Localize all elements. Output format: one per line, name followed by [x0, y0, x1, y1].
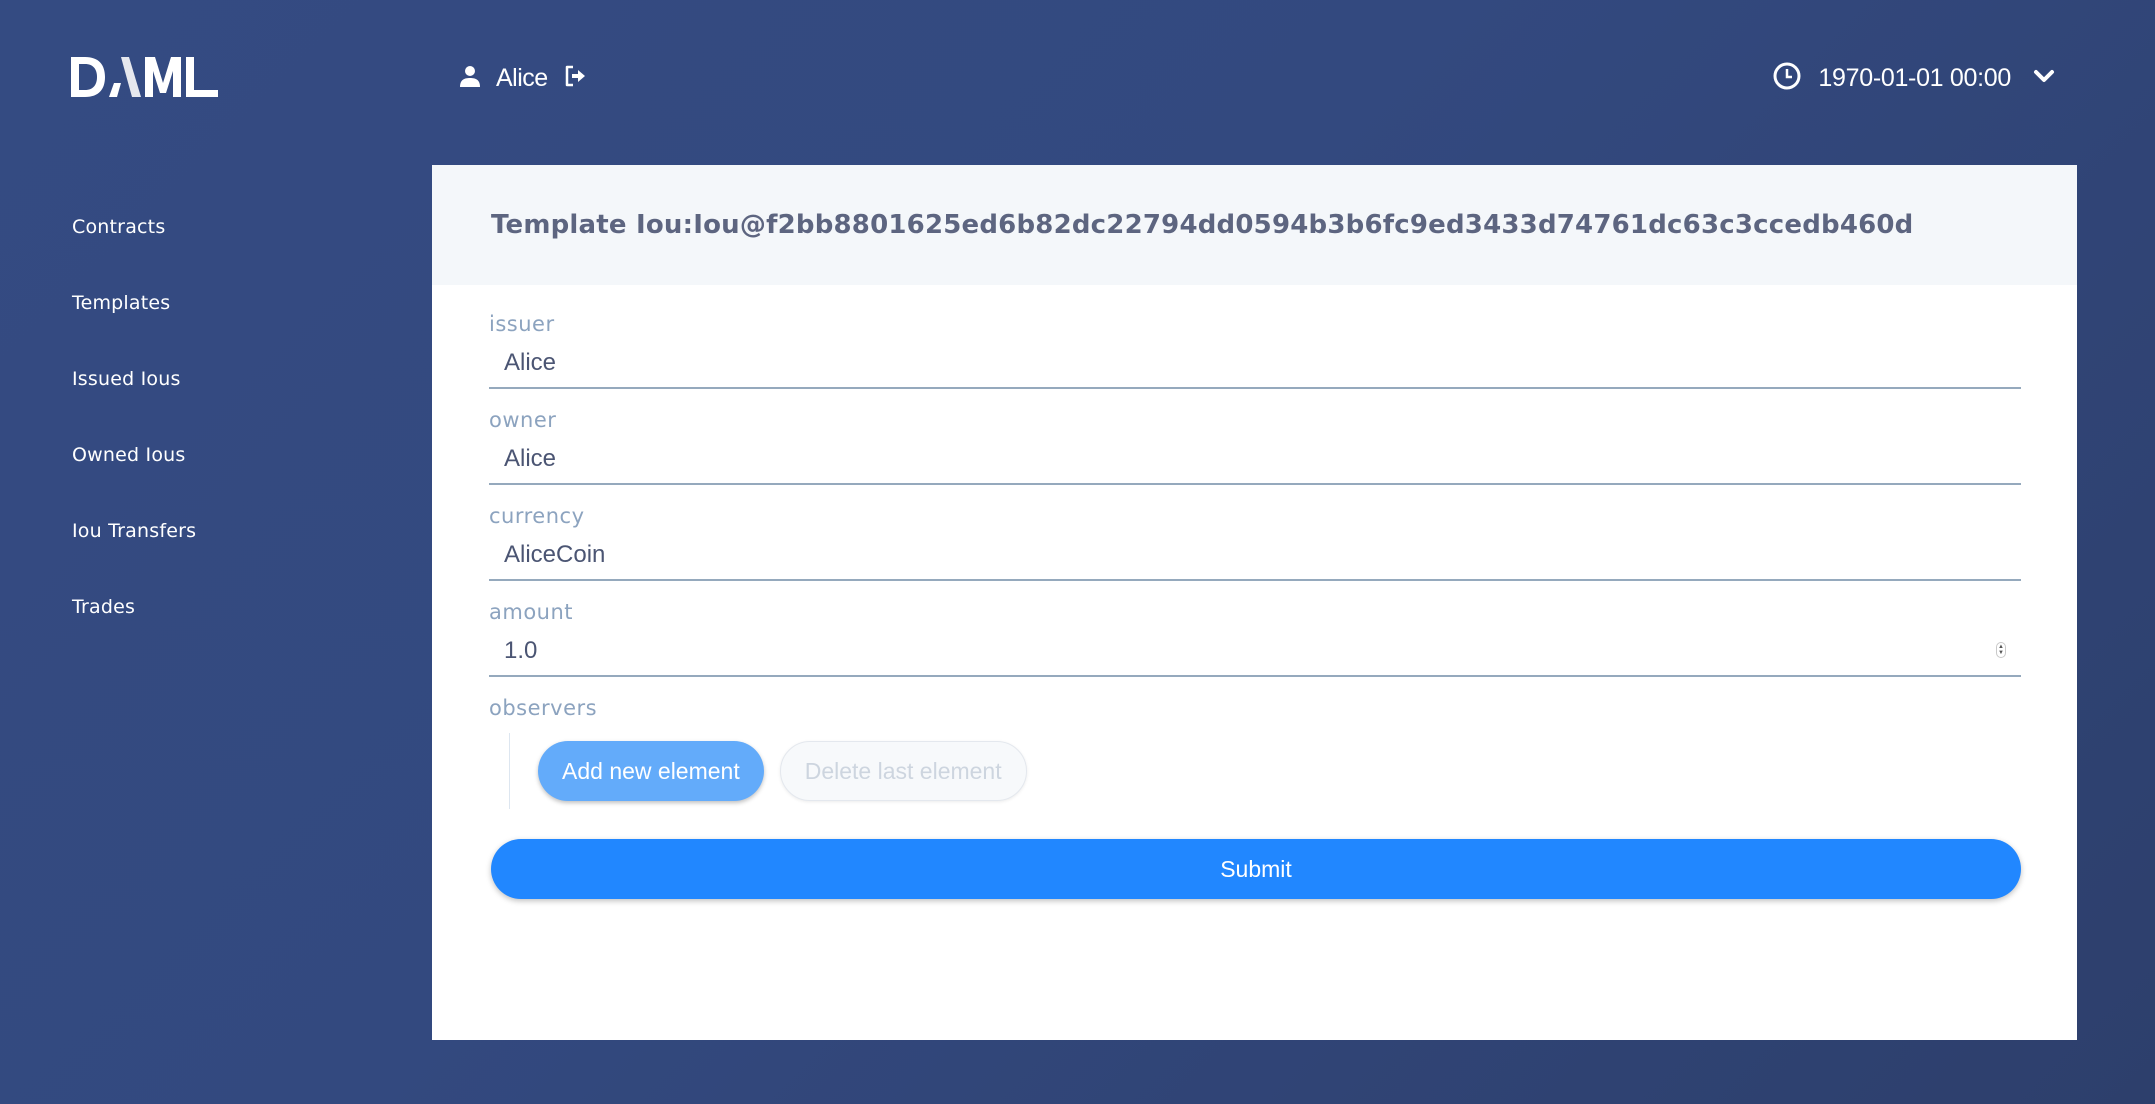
- sidebar-nav: Contracts Templates Issued Ious Owned Io…: [72, 196, 372, 652]
- submit-button[interactable]: Submit: [491, 839, 2021, 899]
- field-issuer: issuer: [489, 309, 2021, 389]
- sidebar-item-iou-transfers[interactable]: Iou Transfers: [72, 500, 372, 576]
- sidebar-item-templates[interactable]: Templates: [72, 272, 372, 348]
- template-card: Template Iou:Iou@f2bb8801625ed6b82dc2279…: [432, 165, 2077, 1040]
- delete-last-element-button[interactable]: Delete last element: [779, 741, 1027, 801]
- issuer-input[interactable]: [489, 339, 2021, 387]
- page-title: Template Iou:Iou@f2bb8801625ed6b82dc2279…: [491, 210, 1914, 240]
- add-element-button[interactable]: Add new element: [538, 741, 764, 801]
- stepper-down-icon[interactable]: ▼: [1998, 650, 2004, 656]
- field-label: currency: [489, 504, 585, 528]
- daml-logo: [71, 48, 219, 106]
- create-contract-form: issuer owner currency amount ▲ ▼: [432, 285, 2077, 899]
- sidebar-item-trades[interactable]: Trades: [72, 576, 372, 652]
- ledger-time-value: 1970-01-01 00:00: [1818, 63, 2011, 92]
- ledger-time[interactable]: 1970-01-01 00:00: [1772, 58, 2055, 98]
- field-observers: observers Add new element Delete last el…: [489, 693, 2021, 809]
- sign-out-icon[interactable]: [564, 65, 586, 92]
- field-label: observers: [489, 696, 598, 720]
- chevron-down-icon[interactable]: [2033, 69, 2055, 88]
- currency-input[interactable]: [489, 531, 2021, 579]
- field-label: owner: [489, 408, 557, 432]
- sidebar-item-issued-ious[interactable]: Issued Ious: [72, 348, 372, 424]
- clock-icon: [1772, 61, 1802, 96]
- amount-stepper[interactable]: ▲ ▼: [1996, 642, 2006, 658]
- card-header: Template Iou:Iou@f2bb8801625ed6b82dc2279…: [432, 165, 2077, 285]
- current-user: Alice: [460, 58, 586, 98]
- amount-input[interactable]: [489, 627, 2021, 675]
- field-owner: owner: [489, 405, 2021, 485]
- user-icon: [460, 65, 480, 92]
- sidebar-item-owned-ious[interactable]: Owned Ious: [72, 424, 372, 500]
- observers-list: Add new element Delete last element: [509, 733, 2021, 809]
- field-label: amount: [489, 600, 574, 624]
- field-currency: currency: [489, 501, 2021, 581]
- field-label: issuer: [489, 312, 555, 336]
- daml-logo-icon: [71, 57, 218, 97]
- field-amount: amount ▲ ▼: [489, 597, 2021, 677]
- sidebar-item-contracts[interactable]: Contracts: [72, 196, 372, 272]
- owner-input[interactable]: [489, 435, 2021, 483]
- user-name: Alice: [496, 63, 548, 92]
